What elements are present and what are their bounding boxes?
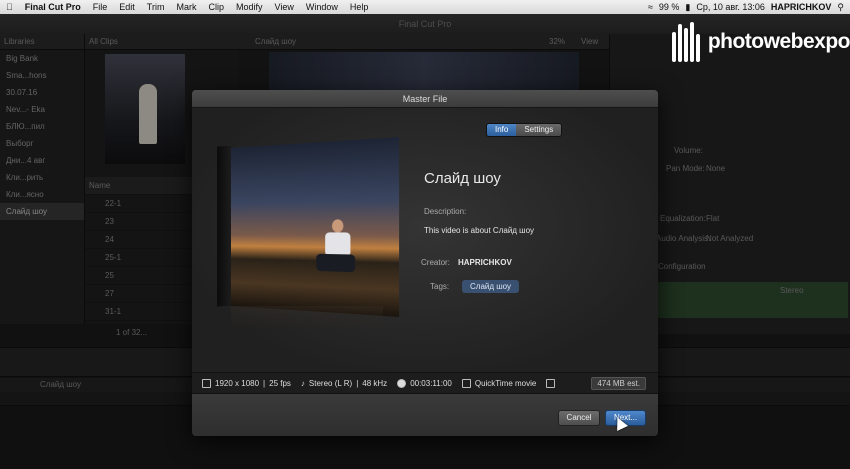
search-icon[interactable]: ⚲ <box>837 2 844 13</box>
watermark-text: photowebexpo <box>707 30 850 53</box>
menu-edit[interactable]: Edit <box>113 2 141 12</box>
dialog-title: Master File <box>192 90 658 108</box>
tag-token[interactable]: Слайд шоу <box>462 280 520 293</box>
file-icon <box>461 378 471 388</box>
dialog-footer: Cancel Next... <box>192 394 658 436</box>
menu-file[interactable]: File <box>87 2 114 12</box>
project-title[interactable]: Слайд шоу <box>424 170 501 187</box>
preview-person <box>316 219 356 285</box>
menu-bar:  Final Cut Pro File Edit Trim Mark Clip… <box>0 0 850 14</box>
battery-icon: ▮ <box>685 1 691 12</box>
datetime-label[interactable]: Ср, 10 авг. 13:06 <box>696 2 765 12</box>
tags-label: Tags: <box>430 282 450 291</box>
audio-channels-label: Stereo (L R) <box>308 378 353 388</box>
master-file-dialog: Master File Info Settings Слайд шоу Desc… <box>192 90 658 436</box>
dialog-body: Info Settings Слайд шоу Description: Thi… <box>192 108 658 372</box>
creator-field[interactable]: HAPRICHKOV <box>458 258 512 267</box>
preview-image <box>231 136 400 318</box>
menu-clip[interactable]: Clip <box>202 2 230 12</box>
apple-menu-icon[interactable]:  <box>0 2 19 12</box>
project-preview-thumbnail <box>217 136 400 330</box>
resolution-label: 1920 x 1080 <box>215 378 260 388</box>
menu-view[interactable]: View <box>268 2 299 12</box>
tab-settings[interactable]: Settings <box>516 124 562 136</box>
battery-label[interactable]: 99 % <box>659 2 680 12</box>
menu-window[interactable]: Window <box>300 2 344 12</box>
description-field[interactable]: This video is about Слайд шоу <box>424 226 534 235</box>
video-icon <box>202 378 211 388</box>
menu-help[interactable]: Help <box>344 2 375 12</box>
wifi-icon[interactable]: ≈ <box>648 2 653 12</box>
watermark-logo: photowebexpo <box>672 20 850 64</box>
tab-info[interactable]: Info <box>487 124 517 136</box>
menu-modify[interactable]: Modify <box>230 2 269 12</box>
sample-rate-label: 48 kHz <box>362 378 388 388</box>
preview-reflection <box>231 306 383 330</box>
checkbox-icon[interactable] <box>546 378 556 388</box>
size-estimate: 474 MB est. <box>591 376 646 390</box>
photowebexpo-logo-icon <box>672 22 704 62</box>
info-settings-segment: Info Settings <box>486 123 563 137</box>
speaker-icon: ♪ <box>300 378 305 388</box>
cancel-button[interactable]: Cancel <box>558 410 600 426</box>
clock-icon <box>397 378 407 388</box>
menu-trim[interactable]: Trim <box>141 2 171 12</box>
fps-label: 25 fps <box>269 378 291 388</box>
format-label: QuickTime movie <box>474 378 537 388</box>
export-info-bar: 1920 x 1080 | 25 fps ♪ Stereo (L R) | 48… <box>192 372 658 394</box>
user-label[interactable]: HAPRICHKOV <box>771 2 832 12</box>
description-label: Description: <box>424 207 467 216</box>
duration-label: 00:03:11:00 <box>410 378 452 388</box>
creator-label: Creator: <box>421 258 450 267</box>
menu-mark[interactable]: Mark <box>170 2 202 12</box>
app-menu[interactable]: Final Cut Pro <box>19 2 87 12</box>
